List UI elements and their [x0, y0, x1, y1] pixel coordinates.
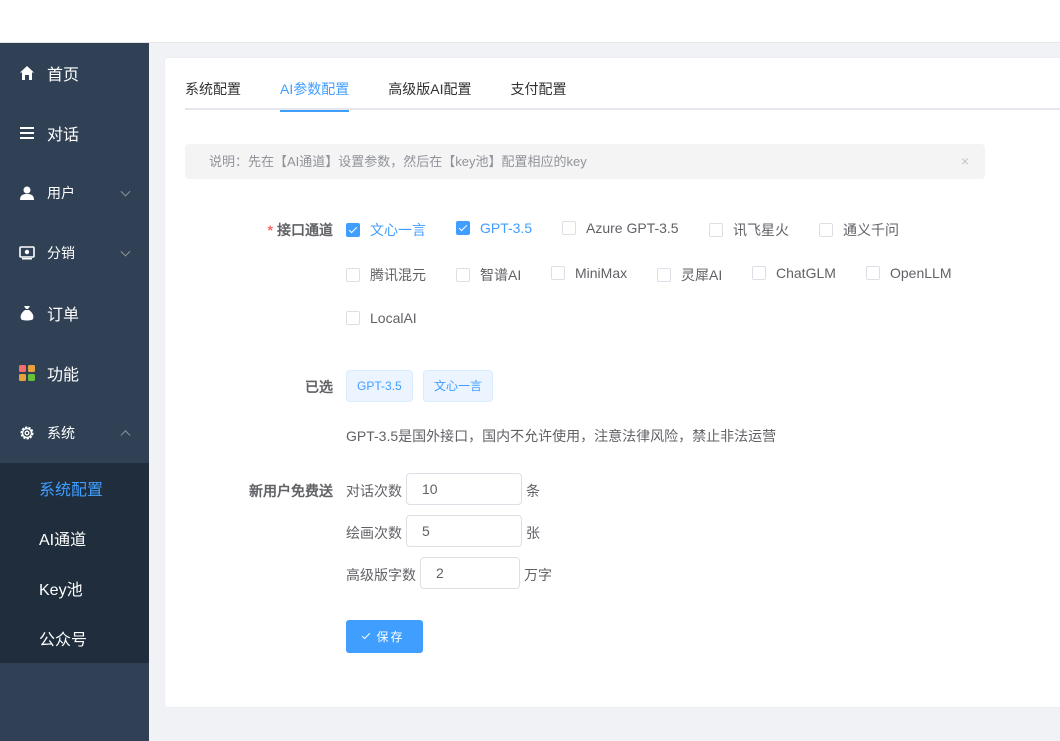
draw-count-unit: 张	[526, 525, 540, 541]
checkbox-label: ChatGLM	[776, 265, 836, 281]
money-icon	[18, 244, 36, 262]
chevron-down-icon	[120, 186, 131, 197]
close-icon[interactable]: ×	[961, 144, 969, 179]
sidebar: 首页 对话 用户 分销 订单 功能 系统 系统配置 AI通道 Key池 公众号	[0, 43, 149, 741]
tab-system-config[interactable]: 系统配置	[185, 72, 241, 110]
channel-checkbox-wenxin[interactable]: 文心一言	[346, 220, 426, 240]
checkbox-box	[346, 268, 360, 282]
checkbox-box	[562, 221, 576, 235]
tab-payment[interactable]: 支付配置	[510, 72, 566, 110]
sidebar-item-features[interactable]: 功能	[0, 343, 149, 403]
checkbox-box	[866, 266, 880, 280]
sidebar-item-orders[interactable]: 订单	[0, 283, 149, 343]
checkbox-label: OpenLLM	[890, 265, 952, 281]
info-alert: 说明：先在【AI通道】设置参数，然后在【key池】配置相应的key ×	[185, 144, 985, 179]
channel-checkbox-chatglm[interactable]: ChatGLM	[752, 265, 836, 281]
sidebar-item-label: 首页	[47, 67, 80, 84]
submenu-item-system-config[interactable]: 系统配置	[0, 463, 149, 513]
checkbox-label: MiniMax	[575, 265, 628, 281]
checkbox-label: 腾讯混元	[370, 267, 426, 283]
checkbox-label: 文心一言	[370, 222, 426, 238]
save-button-label: 保存	[376, 630, 405, 644]
gear-icon	[18, 424, 36, 442]
sidebar-item-label: 系统	[47, 425, 75, 441]
submenu-item-ai-channel[interactable]: AI通道	[0, 513, 149, 563]
checkbox-box	[819, 223, 833, 237]
checkbox-box	[709, 223, 723, 237]
submenu-item-wechat-account[interactable]: 公众号	[0, 613, 149, 663]
checkbox-label: 讯飞星火	[733, 222, 789, 238]
list-icon	[18, 124, 36, 142]
channels-label-text: 接口通道	[277, 222, 333, 238]
checkbox-label: 灵犀AI	[681, 267, 723, 283]
sidebar-item-system[interactable]: 系统	[0, 403, 149, 463]
sidebar-item-label: 分销	[47, 245, 75, 261]
free-gift-label: 新用户免费送	[249, 483, 333, 499]
channel-checkbox-lingxi[interactable]: 灵犀AI	[657, 265, 722, 285]
sidebar-item-chat[interactable]: 对话	[0, 103, 149, 163]
checkbox-box	[346, 223, 360, 237]
checkbox-box	[456, 221, 470, 235]
submenu-item-key-pool[interactable]: Key池	[0, 563, 149, 613]
channel-checkbox-localai[interactable]: LocalAI	[346, 310, 417, 326]
selected-tag: GPT-3.5	[346, 370, 413, 402]
chevron-up-icon	[120, 430, 131, 441]
channel-checkbox-openllm[interactable]: OpenLLM	[866, 265, 951, 281]
checkbox-label: Azure GPT-3.5	[586, 220, 679, 236]
check-icon	[362, 630, 371, 640]
advanced-words-label: 高级版字数	[346, 567, 416, 583]
tab-ai-params[interactable]: AI参数配置	[280, 72, 350, 112]
checkbox-box	[551, 266, 565, 280]
checkbox-box	[346, 311, 360, 325]
sidebar-item-label: 用户	[47, 185, 75, 201]
chevron-down-icon	[120, 246, 131, 257]
config-card: 系统配置 AI参数配置 高级版AI配置 支付配置 说明：先在【AI通道】设置参数…	[164, 57, 1060, 708]
alert-text: 说明：先在【AI通道】设置参数，然后在【key池】配置相应的key	[209, 154, 587, 169]
advanced-words-input[interactable]: 2	[420, 557, 520, 589]
channel-checkbox-hunyuan[interactable]: 腾讯混元	[346, 265, 426, 285]
system-submenu: 系统配置 AI通道 Key池 公众号	[0, 463, 149, 663]
checkbox-label: 智谱AI	[480, 267, 522, 283]
channel-checkbox-minimax[interactable]: MiniMax	[551, 265, 627, 281]
channels-label: * 接口通道	[165, 220, 333, 240]
draw-count-input[interactable]: 5	[406, 515, 522, 547]
selected-tag: 文心一言	[423, 370, 494, 402]
sidebar-item-home[interactable]: 首页	[0, 43, 149, 103]
channel-checkbox-xunfei[interactable]: 讯飞星火	[709, 220, 789, 240]
sidebar-item-label: 功能	[47, 367, 80, 384]
checkbox-box	[657, 268, 671, 282]
channel-checkbox-azure[interactable]: Azure GPT-3.5	[562, 220, 679, 236]
selected-label: 已选	[305, 379, 333, 395]
draw-count-label: 绘画次数	[346, 525, 402, 541]
sidebar-item-distribution[interactable]: 分销	[0, 223, 149, 283]
save-button[interactable]: 保存	[346, 620, 423, 653]
advanced-words-unit: 万字	[524, 567, 552, 583]
sidebar-item-label: 对话	[47, 127, 80, 144]
user-icon	[18, 184, 36, 202]
moneybag-icon	[18, 304, 36, 322]
checkbox-label: 通义千问	[843, 222, 899, 238]
chat-count-label: 对话次数	[346, 483, 402, 499]
gpt-warning-text: GPT-3.5是国外接口，国内不允许使用，注意法律风险，禁止非法运营	[346, 428, 777, 444]
checkbox-box	[456, 268, 470, 282]
apps-icon	[18, 364, 36, 382]
tab-advanced-ai[interactable]: 高级版AI配置	[388, 72, 471, 110]
home-icon	[18, 64, 36, 82]
config-tabs: 系统配置 AI参数配置 高级版AI配置 支付配置	[185, 72, 1060, 112]
checkbox-label: LocalAI	[370, 310, 417, 326]
checkbox-box	[752, 266, 766, 280]
chat-count-input[interactable]: 10	[406, 473, 522, 505]
required-mark: *	[267, 222, 273, 238]
sidebar-item-label: 订单	[47, 307, 80, 324]
channel-checkbox-gpt35[interactable]: GPT-3.5	[456, 220, 532, 236]
chat-count-unit: 条	[526, 483, 540, 499]
channel-checkbox-zhipu[interactable]: 智谱AI	[456, 265, 521, 285]
top-header	[0, 0, 1060, 43]
sidebar-item-user[interactable]: 用户	[0, 163, 149, 223]
channel-checkbox-tongyi[interactable]: 通义千问	[819, 220, 899, 240]
checkbox-label: GPT-3.5	[480, 220, 533, 236]
